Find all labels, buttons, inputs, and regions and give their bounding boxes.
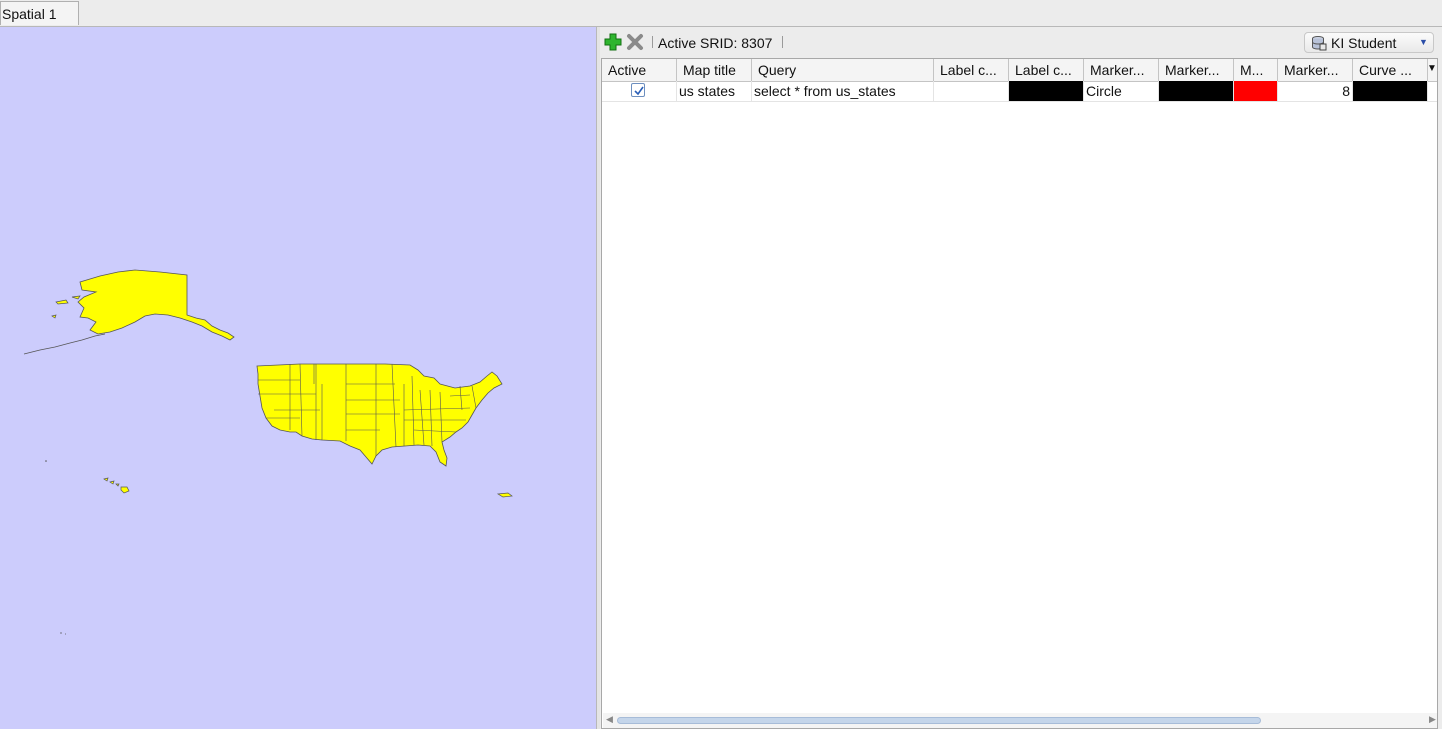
column-header-marker-shape[interactable]: Marker... bbox=[1084, 59, 1159, 81]
contiguous-us-shape bbox=[256, 363, 503, 467]
pacific-island-dot bbox=[45, 460, 47, 462]
column-header-marker-color[interactable]: Marker... bbox=[1159, 59, 1234, 81]
label-color-cell[interactable] bbox=[1009, 81, 1084, 101]
tab-bar: Spatial 1 bbox=[0, 0, 1442, 27]
column-header-label-column[interactable]: Label c... bbox=[934, 59, 1009, 81]
query-cell[interactable]: select * from us_states bbox=[752, 81, 934, 101]
scroll-right-icon[interactable]: ▶ bbox=[1429, 714, 1436, 725]
marker-color-cell[interactable] bbox=[1159, 81, 1234, 101]
color-swatch bbox=[1234, 81, 1277, 101]
marker-shape-cell[interactable]: Circle bbox=[1084, 81, 1159, 101]
color-swatch bbox=[1009, 81, 1083, 101]
column-header-marker-size[interactable]: Marker... bbox=[1278, 59, 1353, 81]
active-srid-label: Active SRID: 8307 bbox=[658, 35, 773, 51]
map-svg bbox=[23, 269, 513, 635]
curve-color-cell[interactable] bbox=[1353, 81, 1428, 101]
guam-shape bbox=[60, 632, 66, 635]
tab-spatial-1[interactable]: Spatial 1 bbox=[0, 1, 79, 25]
gray-x-icon[interactable] bbox=[626, 33, 644, 51]
aleutian-islands-shape bbox=[23, 333, 106, 355]
table-header: Active Map title Query Label c... Label … bbox=[602, 59, 1437, 82]
column-header-curve-color[interactable]: Curve ... bbox=[1353, 59, 1428, 81]
column-header-label-color[interactable]: Label c... bbox=[1009, 59, 1084, 81]
toolbar-separator bbox=[782, 36, 783, 48]
database-icon bbox=[1311, 35, 1327, 54]
connection-dropdown[interactable]: KI Student ▼ bbox=[1304, 32, 1434, 53]
scroll-left-icon[interactable]: ◀ bbox=[606, 714, 613, 725]
layers-table: Active Map title Query Label c... Label … bbox=[601, 58, 1438, 729]
marker-fill-cell[interactable] bbox=[1234, 81, 1278, 101]
map-canvas[interactable] bbox=[0, 27, 596, 729]
green-plus-icon[interactable] bbox=[604, 33, 622, 51]
chevron-down-icon[interactable]: ▼ bbox=[1427, 59, 1437, 81]
alaska-islands-shape bbox=[51, 295, 81, 319]
label-column-cell[interactable] bbox=[934, 81, 1009, 101]
active-checkbox[interactable] bbox=[631, 83, 645, 97]
marker-size-cell[interactable]: 8 bbox=[1278, 81, 1353, 101]
table-row[interactable]: us states select * from us_states Circle… bbox=[602, 81, 1437, 102]
checkmark-icon bbox=[634, 86, 644, 96]
map-title-cell[interactable]: us states bbox=[677, 81, 752, 101]
layers-toolbar: Active SRID: 8307 KI Student ▼ bbox=[600, 27, 1442, 58]
alaska-shape bbox=[77, 269, 235, 341]
column-header-map-title[interactable]: Map title bbox=[677, 59, 752, 81]
horizontal-scrollbar[interactable]: ◀ ▶ bbox=[603, 713, 1437, 728]
hawaii-shape bbox=[103, 477, 130, 494]
column-header-query[interactable]: Query bbox=[752, 59, 934, 81]
column-header-marker-fill[interactable]: M... bbox=[1234, 59, 1278, 81]
puerto-rico-shape bbox=[496, 492, 513, 498]
chevron-down-icon: ▼ bbox=[1419, 37, 1428, 47]
scrollbar-thumb[interactable] bbox=[617, 717, 1261, 724]
color-swatch bbox=[1353, 81, 1427, 101]
connection-name: KI Student bbox=[1331, 35, 1397, 51]
toolbar-separator bbox=[652, 36, 653, 48]
color-swatch bbox=[1159, 81, 1233, 101]
active-cell bbox=[602, 81, 677, 101]
layers-panel: Active SRID: 8307 KI Student ▼ Active Ma… bbox=[600, 27, 1442, 729]
column-header-active[interactable]: Active bbox=[602, 59, 677, 81]
